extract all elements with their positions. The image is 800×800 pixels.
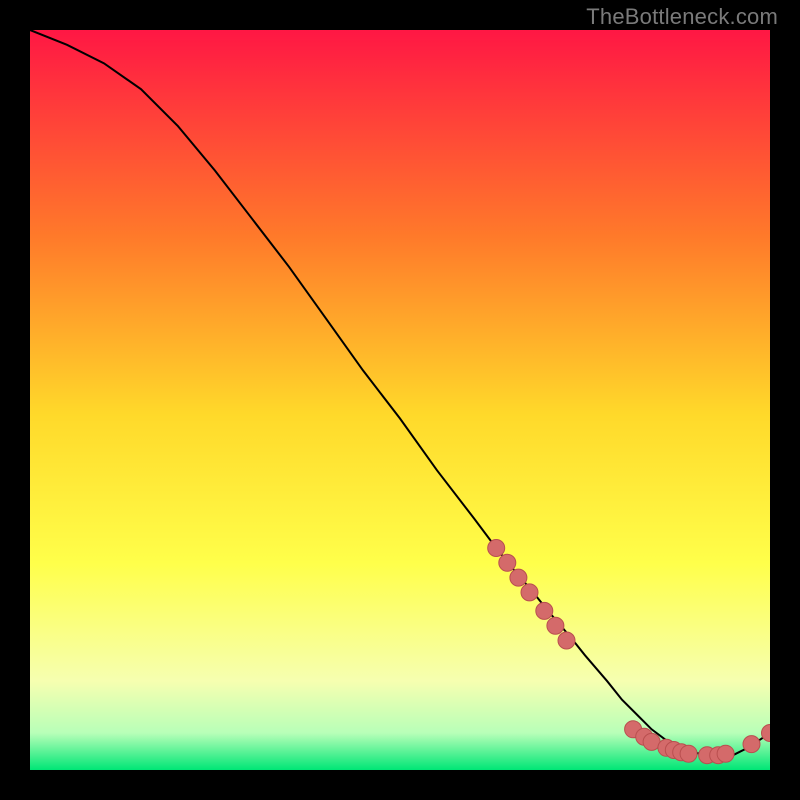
data-dot: [558, 632, 575, 649]
data-dot: [521, 584, 538, 601]
data-dot: [510, 569, 527, 586]
data-dot: [499, 554, 516, 571]
plot-area: [30, 30, 770, 770]
data-dot: [743, 736, 760, 753]
chart-svg: [30, 30, 770, 770]
data-dot: [536, 602, 553, 619]
attribution-label: TheBottleneck.com: [586, 4, 778, 30]
data-dot: [547, 617, 564, 634]
gradient-backdrop: [30, 30, 770, 770]
data-dot: [717, 745, 734, 762]
data-dot: [488, 540, 505, 557]
data-dot: [680, 745, 697, 762]
chart-container: TheBottleneck.com: [0, 0, 800, 800]
